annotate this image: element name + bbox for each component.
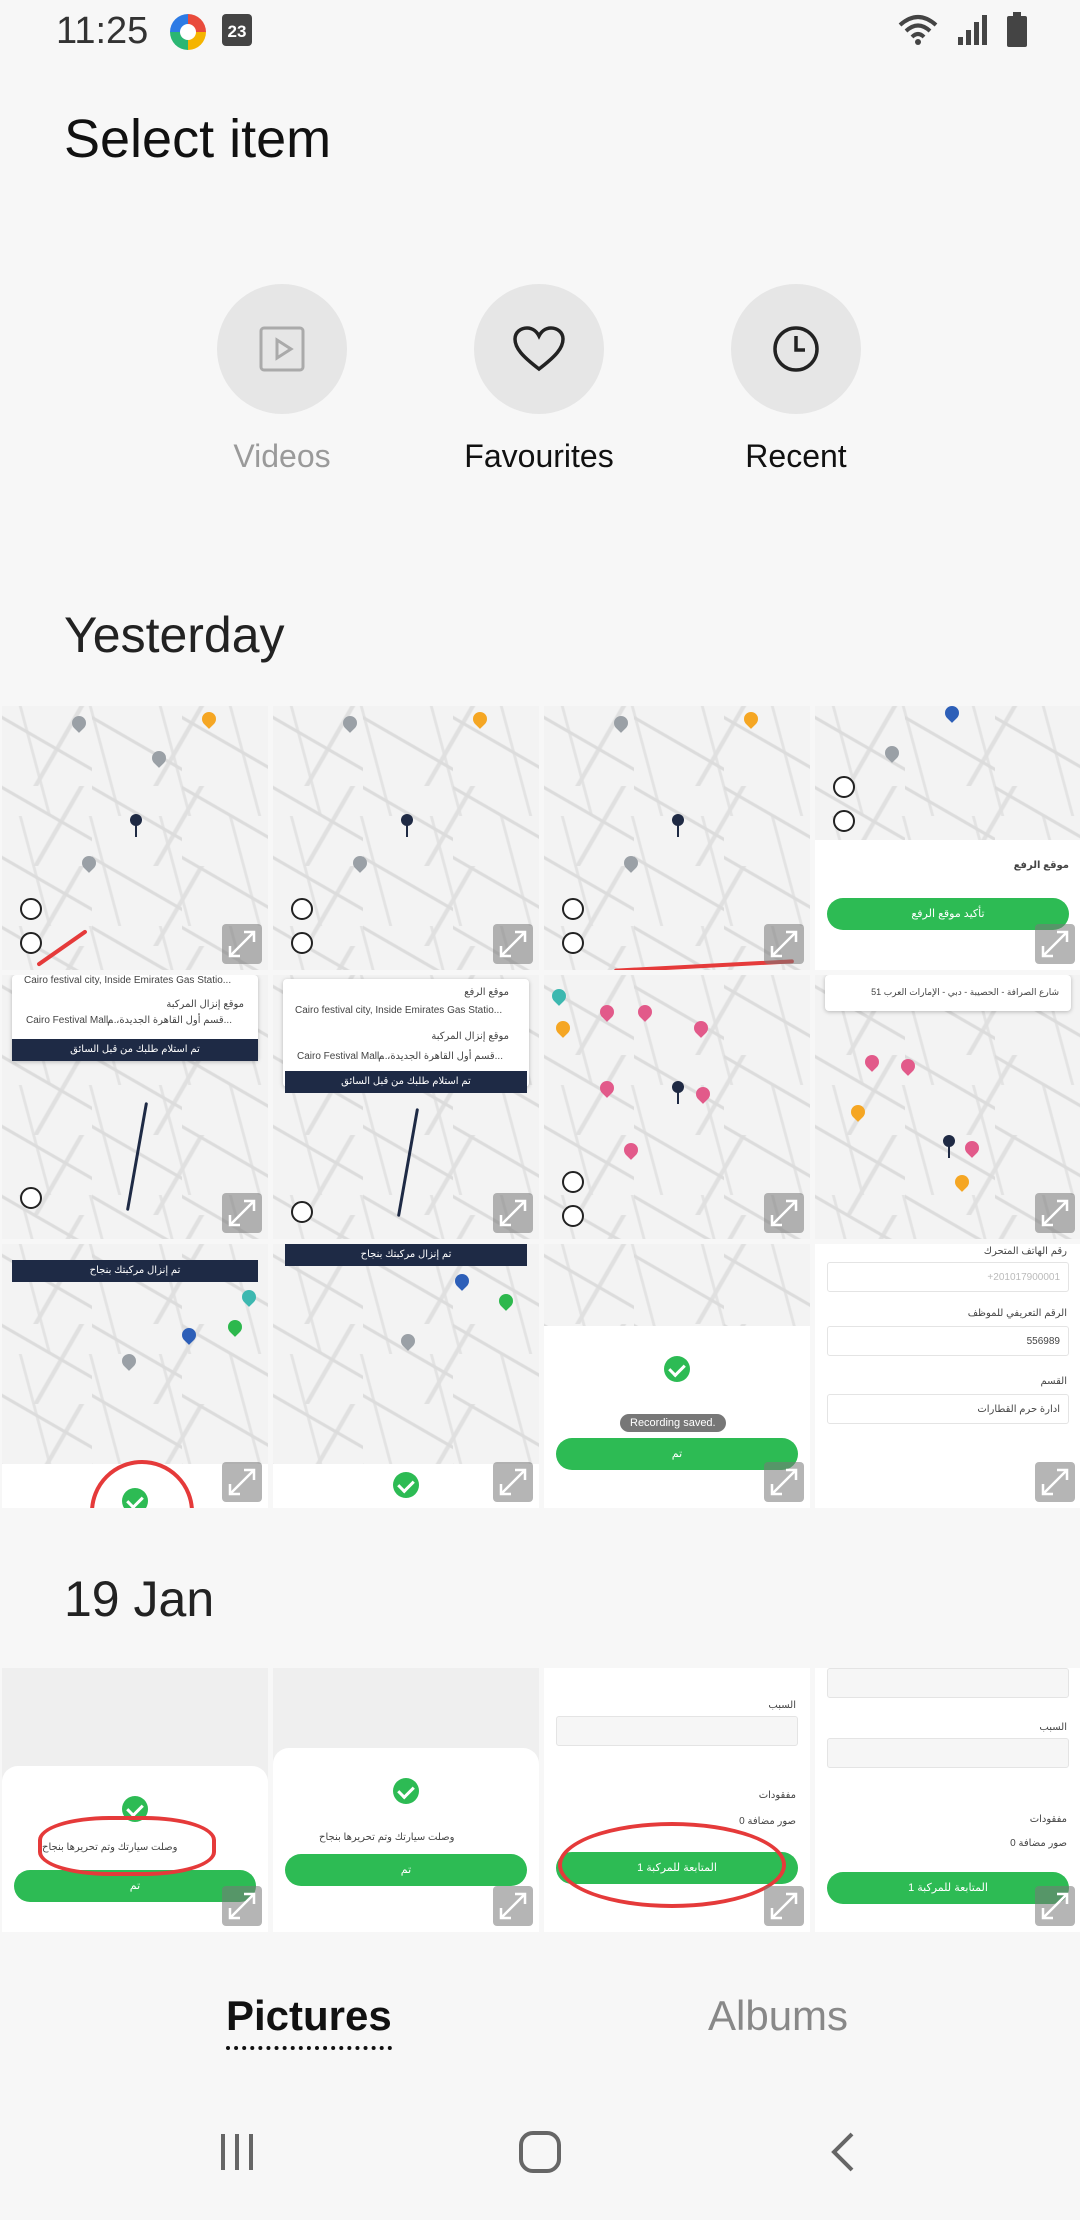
bottom-tabs: Pictures Albums bbox=[0, 1980, 1080, 2080]
back-button[interactable] bbox=[822, 2130, 866, 2179]
navigation-bar bbox=[0, 2100, 1080, 2220]
map-pin-icon bbox=[672, 1081, 684, 1104]
photo-thumbnail[interactable]: وصلت سيارتك وتم تحريرها بنجاح تم bbox=[273, 1668, 539, 1932]
photo-thumbnail[interactable]: موقع الرفع Cairo festival city, Inside E… bbox=[273, 975, 539, 1239]
photo-thumbnail[interactable]: رقم الهاتف المتحرك +201017900001 الرقم ا… bbox=[815, 1244, 1080, 1508]
photo-thumbnail[interactable] bbox=[2, 706, 268, 970]
map-pin-icon bbox=[943, 1135, 955, 1158]
back-icon bbox=[831, 2132, 854, 2172]
expand-icon[interactable] bbox=[1035, 924, 1075, 964]
expand-icon[interactable] bbox=[222, 924, 262, 964]
photo-thumbnail[interactable]: السبب مفقودات 0 صور مضافة المتابعة للمرك… bbox=[544, 1668, 810, 1932]
photo-thumbnail[interactable] bbox=[544, 706, 810, 970]
recent-label: Recent bbox=[745, 438, 847, 474]
locate-icon bbox=[833, 810, 855, 832]
favourites-shortcut[interactable]: Favourites bbox=[439, 284, 639, 475]
photo-thumbnail[interactable]: وصلت سيارتك وتم تحريرها بنجاح تم bbox=[2, 1668, 268, 1932]
favourites-label: Favourites bbox=[464, 438, 614, 474]
map-layer-icon bbox=[291, 898, 313, 920]
photo-thumbnail[interactable] bbox=[273, 706, 539, 970]
expand-icon[interactable] bbox=[764, 924, 804, 964]
videos-label: Videos bbox=[233, 438, 331, 474]
recent-apps-icon bbox=[221, 2134, 253, 2170]
home-button[interactable] bbox=[518, 2130, 562, 2179]
expand-icon[interactable] bbox=[493, 1193, 533, 1233]
status-bar: 11:25 23 bbox=[0, 0, 1080, 66]
photo-thumbnail[interactable]: موقع الرفع تأكيد موقع الرفع bbox=[815, 706, 1080, 970]
expand-icon[interactable] bbox=[222, 1193, 262, 1233]
calendar-icon: 23 bbox=[222, 14, 252, 46]
tab-albums[interactable]: Albums bbox=[708, 1992, 848, 2040]
battery-icon bbox=[1007, 12, 1027, 47]
expand-icon[interactable] bbox=[222, 1886, 262, 1926]
section-title-19-jan: 19 Jan bbox=[64, 1571, 215, 1627]
wifi-icon bbox=[898, 15, 938, 45]
expand-icon[interactable] bbox=[764, 1462, 804, 1502]
video-play-icon bbox=[259, 326, 305, 372]
photo-thumbnail[interactable]: السبب مفقودات 0 صور مضافة المتابعة للمرك… bbox=[815, 1668, 1080, 1932]
photo-grid-yesterday: موقع الرفع تأكيد موقع الرفع Cairo festiv… bbox=[2, 706, 1080, 1508]
recent-apps-button[interactable] bbox=[216, 2130, 260, 2179]
expand-icon[interactable] bbox=[764, 1193, 804, 1233]
locate-icon bbox=[291, 932, 313, 954]
map-layer-icon bbox=[562, 1171, 584, 1193]
success-check-icon bbox=[664, 1356, 690, 1382]
expand-icon[interactable] bbox=[222, 1462, 262, 1502]
photo-thumbnail[interactable]: تم إنزال مركبتك بنجاح bbox=[2, 1244, 268, 1508]
expand-icon[interactable] bbox=[1035, 1886, 1075, 1926]
expand-icon[interactable] bbox=[493, 924, 533, 964]
map-layer-icon bbox=[562, 898, 584, 920]
map-pin-icon bbox=[401, 814, 413, 837]
recent-shortcut[interactable]: Recent bbox=[696, 284, 896, 475]
expand-icon[interactable] bbox=[493, 1462, 533, 1502]
status-time: 11:25 bbox=[56, 10, 149, 52]
heart-icon bbox=[513, 326, 565, 372]
success-check-icon bbox=[393, 1472, 419, 1498]
locate-icon bbox=[562, 932, 584, 954]
map-layer-icon bbox=[833, 776, 855, 798]
section-title-yesterday: Yesterday bbox=[64, 607, 285, 663]
success-check-icon bbox=[122, 1488, 148, 1508]
photo-thumbnail[interactable]: Recording saved. تم bbox=[544, 1244, 810, 1508]
locate-icon bbox=[20, 932, 42, 954]
expand-icon[interactable] bbox=[764, 1886, 804, 1926]
map-layer-icon bbox=[291, 1201, 313, 1223]
photo-thumbnail[interactable] bbox=[544, 975, 810, 1239]
map-pin-icon bbox=[130, 814, 142, 837]
photo-thumbnail[interactable]: تم إنزال مركبتك بنجاح bbox=[273, 1244, 539, 1508]
signal-icon bbox=[958, 15, 987, 45]
photo-thumbnail[interactable]: 51 شارع الصرافة - الحصيبة - دبي - الإمار… bbox=[815, 975, 1080, 1239]
expand-icon[interactable] bbox=[1035, 1462, 1075, 1502]
photo-grid-19-jan: وصلت سيارتك وتم تحريرها بنجاح تم وصلت سي… bbox=[2, 1668, 1080, 1932]
home-icon bbox=[519, 2131, 561, 2173]
tab-pictures[interactable]: Pictures bbox=[226, 1992, 392, 2050]
status-icons bbox=[896, 12, 1028, 48]
videos-shortcut[interactable]: Videos bbox=[182, 284, 382, 475]
photo-thumbnail[interactable]: Cairo festival city, Inside Emirates Gas… bbox=[2, 975, 268, 1239]
app-notification-icon bbox=[170, 14, 206, 50]
clock-icon bbox=[773, 326, 819, 372]
expand-icon[interactable] bbox=[1035, 1193, 1075, 1233]
expand-icon[interactable] bbox=[493, 1886, 533, 1926]
locate-icon bbox=[562, 1205, 584, 1227]
map-layer-icon bbox=[20, 1187, 42, 1209]
map-pin-icon bbox=[672, 814, 684, 837]
map-layer-icon bbox=[20, 898, 42, 920]
success-check-icon bbox=[393, 1778, 419, 1804]
page-title: Select item bbox=[64, 109, 332, 169]
